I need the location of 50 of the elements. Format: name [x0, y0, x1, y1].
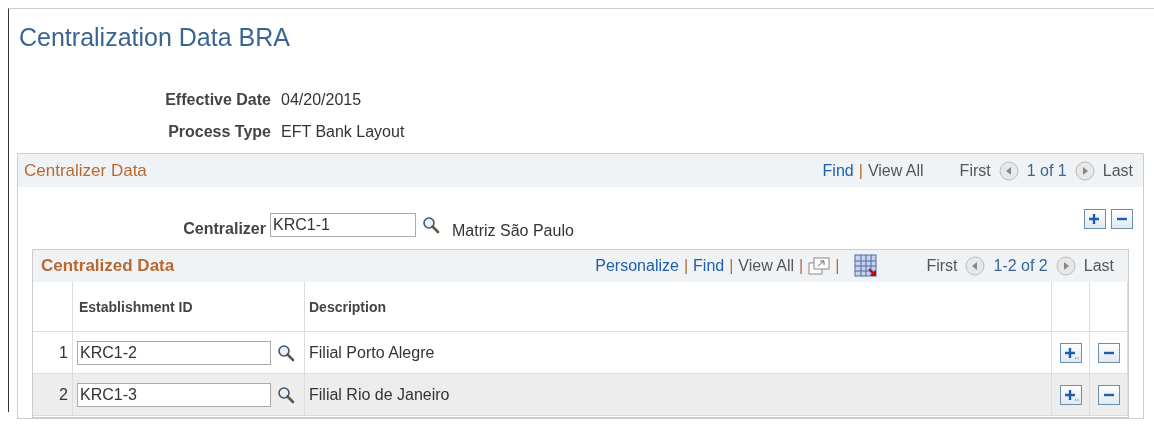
page-range: 1-2 of 2: [993, 257, 1048, 275]
field-value: EFT Bank Layout: [281, 123, 406, 141]
establishment-id-field[interactable]: KRC1-3: [77, 382, 271, 407]
separator: |: [683, 257, 689, 275]
separator: |: [729, 257, 734, 275]
add-row-button[interactable]: [1059, 342, 1082, 363]
add-row-button[interactable]: [1084, 209, 1106, 229]
field-label: Centralizer: [182, 220, 266, 238]
find-link[interactable]: Find: [693, 257, 725, 275]
establishment-id-field[interactable]: KRC1-2: [77, 340, 271, 365]
separator: |: [858, 161, 863, 180]
previous-icon[interactable]: [998, 160, 1019, 181]
personalize-link[interactable]: Personalize: [595, 257, 679, 275]
column-header: Establishment ID: [79, 298, 193, 315]
last-label: Last: [1083, 257, 1114, 275]
previous-icon[interactable]: [965, 256, 986, 276]
field-label: Effective Date: [164, 91, 271, 109]
page-range: 1 of 1: [1026, 161, 1067, 180]
delete-row-button[interactable]: [1097, 342, 1120, 363]
table-cell: Filial Rio de Janeiro: [309, 385, 450, 404]
search-icon[interactable]: [277, 343, 295, 362]
view-all-link[interactable]: View All: [867, 161, 924, 180]
delete-row-button[interactable]: [1097, 384, 1120, 405]
delete-row-button[interactable]: [1111, 209, 1133, 229]
field-label: Process Type: [167, 123, 271, 141]
next-icon[interactable]: [1074, 160, 1095, 181]
plus-icon: [1062, 387, 1079, 402]
separator: |: [835, 257, 840, 275]
search-icon[interactable]: [422, 216, 440, 234]
centralizer-description: Matriz São Paulo: [452, 222, 575, 240]
grid-title: Centralized Data: [41, 256, 176, 276]
plus-icon: [1062, 345, 1079, 360]
page-title: Centralization Data BRA: [18, 22, 291, 53]
search-icon[interactable]: [277, 385, 295, 404]
panel-title: Centralizer Data: [24, 160, 148, 181]
centralizer-field[interactable]: KRC1-1: [270, 213, 416, 237]
view-all-link[interactable]: View All: [738, 257, 795, 275]
next-icon[interactable]: [1055, 256, 1076, 276]
first-label: First: [926, 257, 958, 275]
row-number: 2: [59, 385, 68, 404]
table-cell: Filial Porto Alegre: [309, 343, 435, 362]
find-link[interactable]: Find: [822, 161, 854, 180]
add-row-button[interactable]: [1059, 384, 1082, 405]
field-value: 04/20/2015: [281, 91, 363, 109]
first-label: First: [959, 161, 991, 180]
spreadsheet-icon[interactable]: [854, 254, 879, 278]
row-number: 1: [59, 343, 68, 362]
last-label: Last: [1102, 161, 1133, 180]
separator: |: [799, 257, 804, 275]
column-header: Description: [309, 298, 386, 315]
